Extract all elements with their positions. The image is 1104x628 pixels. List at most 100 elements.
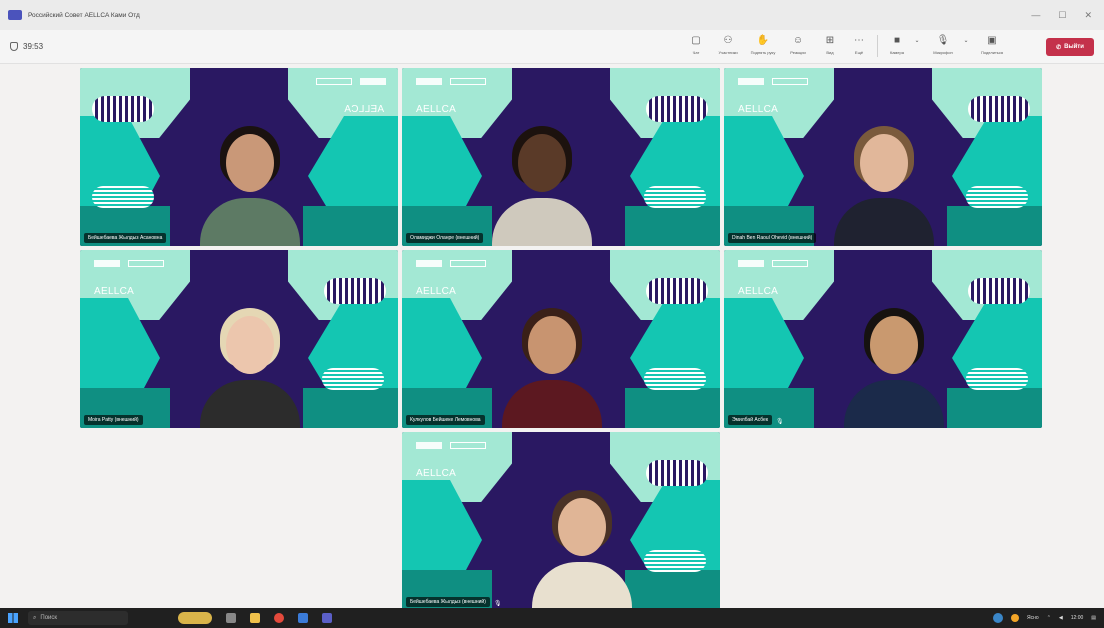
- maximize-button[interactable]: ☐: [1058, 10, 1066, 21]
- stripe-pattern: [644, 368, 706, 390]
- stripe-pattern: [322, 368, 384, 390]
- aellca-logo: AELLCA: [416, 468, 457, 479]
- mic-off-icon: 🎙: [494, 601, 502, 607]
- stripe-pattern: [968, 96, 1030, 122]
- uk-development-logo: [772, 260, 808, 267]
- sponsor-logos: [94, 260, 164, 267]
- participant-video: [834, 298, 954, 428]
- reactions-icon: ☺: [792, 34, 804, 46]
- reactions-button[interactable]: ☺ Реакции: [782, 33, 814, 56]
- aellca-logo: AELLCA: [738, 286, 779, 297]
- shield-icon: [10, 42, 18, 51]
- mail-icon[interactable]: [298, 613, 308, 623]
- chat-button[interactable]: ▢ Чат: [683, 33, 709, 56]
- network-icon[interactable]: ⌃: [1047, 615, 1051, 621]
- british-council-logo: [416, 78, 442, 85]
- raise-hand-button[interactable]: ✋ Поднять руку: [747, 33, 779, 56]
- sponsor-logos: [416, 78, 486, 85]
- share-button[interactable]: ▣ Поделиться: [976, 33, 1008, 56]
- weather-icon: [1011, 614, 1020, 622]
- file-explorer-icon[interactable]: [250, 613, 260, 623]
- british-council-logo: [738, 78, 764, 85]
- minimize-button[interactable]: —: [1031, 10, 1040, 21]
- window-title-bar: Российский Совет AELLCA Ками Отд — ☐ ✕: [0, 0, 1104, 30]
- stripe-pattern: [646, 460, 708, 486]
- volume-icon[interactable]: ◀: [1059, 615, 1063, 621]
- sponsor-logos: [738, 260, 808, 267]
- participant-name: Бейшебаева Жылдыз Асановна: [84, 233, 167, 243]
- uk-development-logo: [316, 78, 352, 85]
- more-button[interactable]: ⋯ Ещё: [846, 33, 872, 56]
- participants-button[interactable]: ⚇ Участники: [712, 33, 744, 56]
- task-view-icon[interactable]: [226, 613, 236, 623]
- widgets-icon[interactable]: [178, 612, 212, 624]
- participant-video-tile[interactable]: AELLCA Бейшебаева Жылдыз Асановна: [80, 68, 398, 246]
- camera-icon: ■: [893, 34, 901, 46]
- chevron-down-icon: ⌄: [963, 37, 969, 44]
- clock[interactable]: 12:00: [1071, 615, 1084, 621]
- camera-button[interactable]: ■ Камера: [884, 33, 910, 56]
- uk-development-logo: [450, 260, 486, 267]
- camera-options-button[interactable]: ⌄: [913, 33, 921, 47]
- british-council-logo: [416, 260, 442, 267]
- background-shape: [947, 206, 1042, 246]
- close-button[interactable]: ✕: [1084, 10, 1092, 21]
- stripe-pattern: [968, 278, 1030, 304]
- british-council-logo: [360, 78, 386, 85]
- uk-development-logo: [772, 78, 808, 85]
- participant-video: [482, 116, 602, 246]
- participant-video-tile[interactable]: AELLCA Moira Patty (внешний): [80, 250, 398, 428]
- teams-taskbar-icon[interactable]: [322, 613, 332, 623]
- search-icon: ⌕: [33, 614, 37, 621]
- leave-button[interactable]: ✆ Выйти: [1046, 38, 1094, 56]
- aellca-logo: AELLCA: [738, 104, 779, 115]
- participant-video-tile[interactable]: AELLCA Кулкулов Бейшеке Лемовнова: [402, 250, 720, 428]
- stripe-pattern: [644, 186, 706, 208]
- participant-video: [492, 298, 612, 428]
- phone-hangup-icon: ✆: [1056, 44, 1062, 51]
- participant-name: Кулкулов Бейшеке Лемовнова: [406, 415, 485, 425]
- participant-video-tile[interactable]: AELLCA Dinah Ben Raoul Ohevid (внешний): [724, 68, 1042, 246]
- uk-development-logo: [450, 78, 486, 85]
- sponsor-logos: [416, 442, 486, 449]
- sponsor-logos: [416, 260, 486, 267]
- windows-start-icon[interactable]: [8, 613, 18, 623]
- uk-development-logo: [450, 442, 486, 449]
- chat-icon: ▢: [691, 34, 701, 46]
- stripe-pattern: [644, 550, 706, 572]
- meeting-timer: 39:53: [10, 42, 43, 51]
- timer-value: 39:53: [23, 42, 44, 51]
- view-button[interactable]: ⊞ Вид: [817, 33, 843, 56]
- sponsor-logos: [738, 78, 808, 85]
- mic-button[interactable]: 🎙 Микрофон: [927, 33, 959, 56]
- aellca-logo: AELLCA: [94, 286, 135, 297]
- stripe-pattern: [324, 278, 386, 304]
- stripe-pattern: [646, 96, 708, 122]
- background-shape: [625, 206, 720, 246]
- background-shape: [947, 388, 1042, 428]
- background-shape: [625, 388, 720, 428]
- aellca-logo: AELLCA: [343, 104, 384, 115]
- view-icon: ⊞: [825, 34, 835, 46]
- windows-taskbar: ⌕ Поиск Ясно ⌃ ◀ 12:00 ▤: [0, 608, 1104, 628]
- participant-video-tile[interactable]: AELLCA Эмилбай Асбек 🎙: [724, 250, 1042, 428]
- participant-video-tile[interactable]: AELLCA Оламиджи Оланре (внешний): [402, 68, 720, 246]
- participant-video: [522, 480, 642, 610]
- participant-video-tile[interactable]: AELLCA Бейшебаева Жылдыз (внешний) 🎙: [402, 432, 720, 610]
- app-tray-icon[interactable]: [993, 613, 1004, 623]
- mic-options-button[interactable]: ⌄: [962, 33, 970, 47]
- aellca-logo: AELLCA: [416, 104, 457, 115]
- participant-name: Бейшебаева Жылдыз (внешний): [406, 597, 490, 607]
- taskbar-search[interactable]: ⌕ Поиск: [28, 611, 128, 625]
- chrome-icon[interactable]: [274, 613, 284, 623]
- stripe-pattern: [646, 278, 708, 304]
- raise-hand-icon: ✋: [756, 34, 770, 46]
- window-title: Российский Совет AELLCA Ками Отд: [28, 11, 140, 19]
- participant-name: Moira Patty (внешний): [84, 415, 143, 425]
- stripe-pattern: [966, 368, 1028, 390]
- british-council-logo: [94, 260, 120, 267]
- aellca-logo: AELLCA: [416, 286, 457, 297]
- uk-development-logo: [128, 260, 164, 267]
- notifications-icon[interactable]: ▤: [1091, 615, 1096, 621]
- british-council-logo: [416, 442, 442, 449]
